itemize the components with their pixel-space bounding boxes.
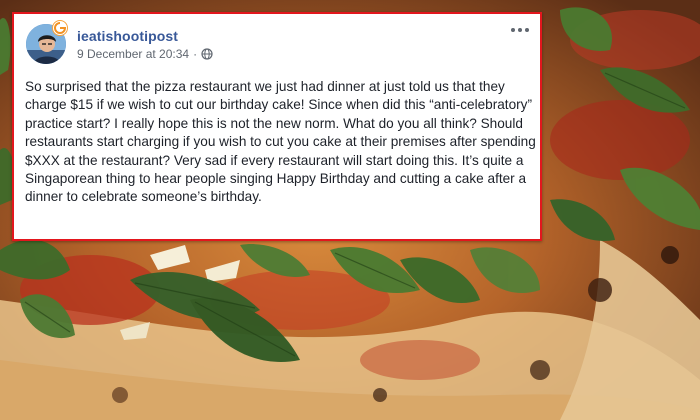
post-author-name[interactable]: ieatishootipost [77,28,178,44]
facebook-post-card: ieatishootipost 9 December at 20:34 · So… [12,12,542,241]
post-body-text: So surprised that the pizza restaurant w… [25,79,536,205]
meta-separator: · [193,47,198,61]
more-dot [518,28,522,32]
post-meta: 9 December at 20:34 · [77,47,213,61]
more-options-icon[interactable] [508,22,532,38]
more-dot [525,28,529,32]
globe-icon[interactable] [201,48,213,60]
post-timestamp[interactable]: 9 December at 20:34 [77,47,189,61]
more-dot [511,28,515,32]
screenshot-scene: ieatishootipost 9 December at 20:34 · So… [0,0,700,420]
brand-logo-badge-icon [52,20,68,36]
